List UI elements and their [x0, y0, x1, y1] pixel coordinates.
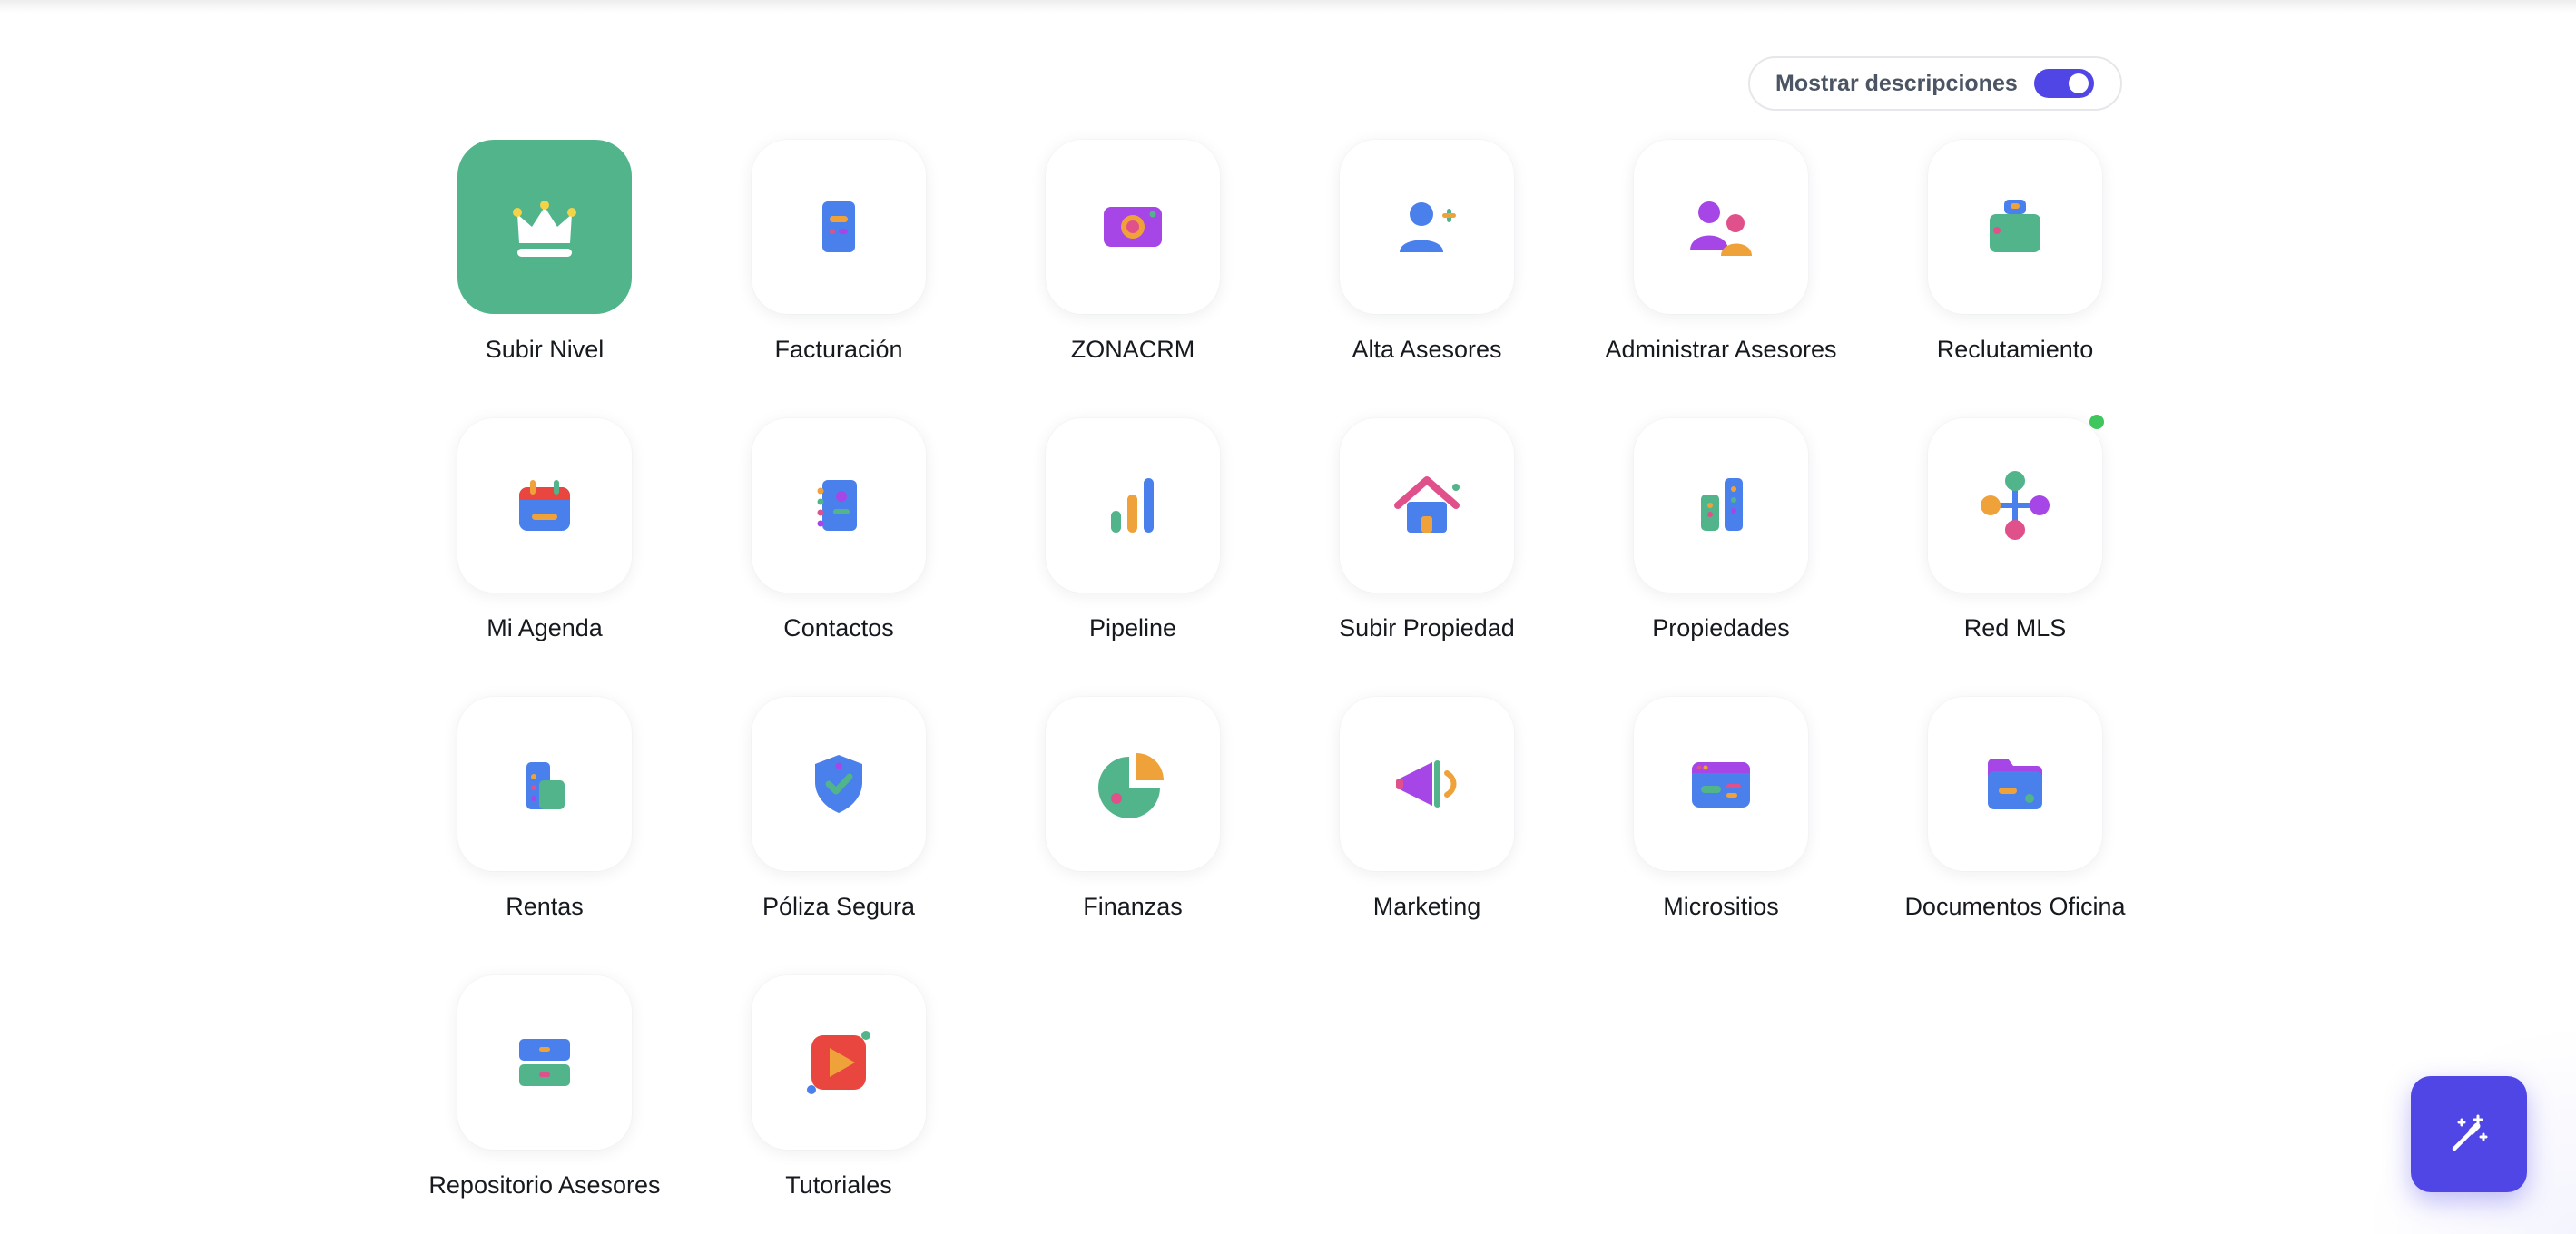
app-label: Red MLS [1963, 614, 2067, 641]
shield-check-icon [815, 755, 862, 813]
app-label: Subir Nivel [485, 336, 605, 363]
magic-wand-icon [2452, 1114, 2488, 1151]
app-label: Póliza Segura [762, 893, 916, 920]
buildings-icon [1701, 478, 1743, 531]
app-label: ZONACRM [1070, 336, 1195, 363]
app-tile-box[interactable] [457, 975, 632, 1150]
toggle-switch[interactable] [2033, 69, 2094, 98]
app-label: Documentos Oficina [1904, 893, 2126, 920]
app-tile-poliza-segura[interactable]: Póliza Segura [699, 697, 971, 942]
app-label: Propiedades [1652, 614, 1790, 641]
app-tile-finanzas[interactable]: Finanzas [993, 697, 1265, 942]
app-tile-subir-nivel[interactable]: Subir Nivel [405, 140, 677, 385]
app-tile-pipeline[interactable]: Pipeline [993, 418, 1265, 663]
megaphone-icon [1396, 760, 1457, 808]
app-tile-box[interactable] [1340, 418, 1514, 593]
app-tile-box[interactable] [1046, 418, 1220, 593]
app-label: Facturación [774, 336, 903, 363]
app-label: Alta Asesores [1352, 336, 1502, 363]
app-tile-box[interactable] [1928, 697, 2102, 871]
app-tile-box[interactable] [1046, 697, 1220, 871]
magic-assistant-button[interactable] [2411, 1076, 2527, 1192]
app-tile-box[interactable] [1634, 418, 1808, 593]
app-tile-administrar-asesores[interactable]: Administrar Asesores [1581, 140, 1853, 385]
app-tile-repositorio-asesores[interactable]: Repositorio Asesores [405, 975, 677, 1220]
app-tile-reclutamiento[interactable]: Reclutamiento [1875, 140, 2148, 385]
app-tile-tutoriales[interactable]: Tutoriales [699, 975, 971, 1220]
show-descriptions-toggle[interactable]: Mostrar descripciones [1748, 56, 2122, 111]
house-upload-icon [1394, 476, 1460, 533]
app-tile-box[interactable] [752, 418, 926, 593]
app-label: Tutoriales [785, 1171, 892, 1199]
app-label: Finanzas [1083, 893, 1183, 920]
app-label: Contactos [783, 614, 894, 641]
invoice-icon [822, 201, 855, 252]
app-label: Subir Propiedad [1339, 614, 1515, 641]
crown-icon [513, 201, 576, 257]
app-tile-mi-agenda[interactable]: Mi Agenda [405, 418, 677, 663]
toggle-knob [2068, 73, 2089, 93]
app-tile-box[interactable] [457, 140, 632, 314]
repository-icon [519, 1039, 570, 1086]
app-label: Micrositios [1663, 893, 1779, 920]
app-tile-micrositios[interactable]: Micrositios [1581, 697, 1853, 942]
network-icon [1981, 471, 2050, 540]
app-label: Administrar Asesores [1605, 336, 1837, 363]
app-label: Repositorio Asesores [428, 1171, 661, 1199]
app-label: Rentas [506, 893, 584, 920]
app-tile-zonacrm[interactable]: ZONACRM [993, 140, 1265, 385]
app-tile-box[interactable] [752, 140, 926, 314]
briefcase-icon [1990, 200, 2040, 252]
app-tile-contactos[interactable]: Contactos [699, 418, 971, 663]
app-label: Reclutamiento [1936, 336, 2094, 363]
app-tile-documentos-oficina[interactable]: Documentos Oficina [1875, 697, 2148, 942]
app-tile-box[interactable] [752, 697, 926, 871]
toggle-label: Mostrar descripciones [1775, 70, 2018, 96]
app-tile-box[interactable] [1340, 697, 1514, 871]
notification-dot [2089, 415, 2104, 429]
folder-icon [1988, 759, 2042, 809]
app-tile-facturacion[interactable]: Facturación [699, 140, 971, 385]
app-tile-rentas[interactable]: Rentas [405, 697, 677, 942]
app-tile-marketing[interactable]: Marketing [1287, 697, 1559, 942]
app-label: Mi Agenda [487, 614, 603, 641]
app-tile-propiedades[interactable]: Propiedades [1581, 418, 1853, 663]
header-shadow [0, 0, 2576, 13]
app-tile-subir-propiedad[interactable]: Subir Propiedad [1287, 418, 1559, 663]
app-label: Pipeline [1088, 614, 1177, 641]
crm-icon [1104, 207, 1162, 247]
app-tile-box[interactable] [1928, 140, 2102, 314]
app-tile-alta-asesores[interactable]: Alta Asesores [1287, 140, 1559, 385]
app-tile-box[interactable] [752, 975, 926, 1150]
app-tile-box[interactable] [1634, 697, 1808, 871]
app-tile-box[interactable] [457, 697, 632, 871]
app-tile-box[interactable] [457, 418, 632, 593]
app-tile-box[interactable] [1928, 418, 2102, 593]
app-tile-box[interactable] [1340, 140, 1514, 314]
address-book-icon [817, 480, 857, 531]
pie-chart-icon [1098, 753, 1164, 818]
browser-icon [1692, 762, 1750, 808]
calendar-icon [519, 480, 570, 531]
bar-chart-icon [1111, 478, 1154, 533]
users-icon [1690, 201, 1752, 256]
rent-icon [526, 762, 565, 809]
play-icon [807, 1031, 870, 1094]
app-tile-box[interactable] [1634, 140, 1808, 314]
app-label: Marketing [1372, 893, 1481, 920]
add-user-icon [1400, 202, 1456, 252]
app-tile-box[interactable] [1046, 140, 1220, 314]
app-tile-red-mls[interactable]: Red MLS [1875, 418, 2148, 663]
